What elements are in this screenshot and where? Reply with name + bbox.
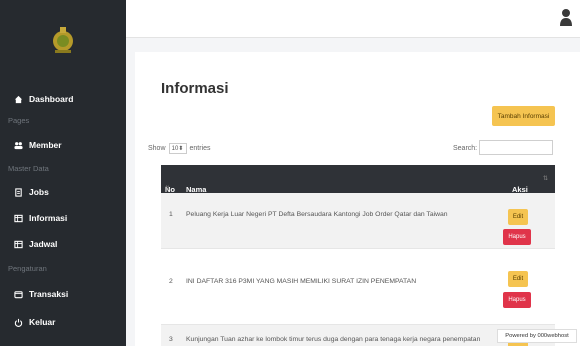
user-icon[interactable] — [560, 8, 572, 26]
edit-button[interactable]: Edit — [508, 271, 528, 287]
show-label: Show — [148, 145, 166, 152]
wallet-icon — [14, 290, 23, 298]
sidebar-item-informasi[interactable]: Informasi — [14, 213, 67, 223]
table-row: 2 INI DAFTAR 316 P3MI YANG MASIH MEMILIK… — [161, 249, 555, 325]
sidebar-item-transaksi[interactable]: Transaksi — [14, 289, 68, 299]
sidebar-item-label: Keluar — [29, 317, 56, 327]
sidebar-item-dashboard[interactable]: Dashboard — [14, 94, 73, 104]
sort-icon: ⇅ — [165, 186, 171, 192]
sort-icon: ⇅ — [543, 176, 549, 182]
emblem-logo-icon — [53, 27, 73, 53]
table-row: 3 Kunjungan Tuan azhar ke lombok timur t… — [161, 325, 555, 346]
search-label: Search: — [453, 145, 478, 152]
table-icon — [14, 214, 23, 222]
section-master-data: Master Data — [8, 164, 49, 173]
section-pengaturan: Pengaturan — [8, 264, 47, 273]
sidebar-item-label: Transaksi — [29, 289, 69, 299]
entries-control: Show 10 ⬍ entries — [148, 143, 211, 154]
search-input[interactable] — [479, 140, 553, 155]
hosting-badge[interactable]: Powered by 000webhost — [497, 329, 577, 343]
sidebar-item-keluar[interactable]: Keluar — [14, 317, 55, 327]
delete-button[interactable]: Hapus — [503, 229, 531, 245]
sidebar-item-label: Dashboard — [29, 94, 74, 104]
row-name: Kunjungan Tuan azhar ke lombok timur ter… — [186, 336, 481, 343]
sidebar: Dashboard Pages Member Master Data Jobs … — [0, 0, 126, 346]
table-header: No ⇅ Nama Aksi ⇅ — [161, 165, 555, 194]
file-icon — [15, 187, 22, 197]
sidebar-item-label: Informasi — [29, 213, 68, 223]
table-icon — [14, 240, 23, 248]
row-name: INI DAFTAR 316 P3MI YANG MASIH MEMILIKI … — [186, 278, 417, 285]
badge-text: Powered by 000webhost — [505, 333, 569, 339]
row-number: 1 — [169, 211, 173, 218]
sidebar-item-member[interactable]: Member — [14, 140, 62, 150]
power-icon — [14, 318, 23, 327]
entries-label: entries — [189, 145, 211, 152]
row-number: 3 — [169, 336, 173, 343]
select-caret-icon: ⬍ — [178, 146, 184, 152]
sidebar-item-jobs[interactable]: Jobs — [14, 187, 49, 197]
row-name: Peluang Kerja Luar Negeri PT Defta Bersa… — [186, 211, 448, 218]
home-icon — [14, 95, 23, 103]
entries-select[interactable]: 10 ⬍ — [168, 143, 187, 154]
sidebar-item-jadwal[interactable]: Jadwal — [14, 239, 57, 249]
page-title: Informasi — [161, 80, 229, 97]
edit-button[interactable]: Edit — [508, 209, 528, 225]
row-number: 2 — [169, 278, 173, 285]
users-icon — [14, 141, 23, 149]
delete-button[interactable]: Hapus — [503, 292, 531, 308]
add-informasi-button[interactable]: Tambah Informasi — [492, 106, 555, 126]
section-pages: Pages — [8, 116, 30, 125]
topbar — [126, 0, 580, 38]
sidebar-item-label: Jadwal — [29, 239, 58, 249]
entries-value: 10 — [171, 145, 179, 152]
table-row: 1 Peluang Kerja Luar Negeri PT Defta Ber… — [161, 193, 555, 249]
sidebar-item-label: Member — [29, 140, 62, 150]
sidebar-item-label: Jobs — [29, 187, 49, 197]
content-card: Informasi Tambah Informasi Show 10 ⬍ entr… — [135, 52, 580, 346]
